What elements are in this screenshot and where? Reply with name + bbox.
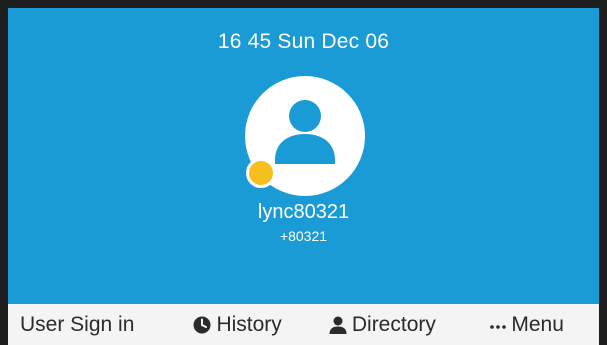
more-dots-icon	[489, 315, 507, 335]
softkey-label: Directory	[351, 312, 436, 336]
clock-icon	[192, 315, 212, 335]
phone-display: 16 45 Sun Dec 06 lync80321 +80321 User S…	[0, 0, 607, 345]
softkey-label: User Sign in	[20, 312, 135, 336]
account-name: lync80321	[257, 201, 350, 223]
softkey-label: Menu	[511, 312, 564, 336]
directory-softkey[interactable]: Directory	[310, 304, 455, 345]
contact-avatar	[245, 76, 369, 200]
person-icon	[328, 315, 348, 335]
date-time: 16 45 Sun Dec 06	[217, 30, 390, 53]
user-sign-in-softkey[interactable]: User Sign in	[8, 304, 165, 345]
softkey-label: History	[216, 312, 282, 336]
history-softkey[interactable]: History	[165, 304, 310, 345]
menu-softkey[interactable]: Menu	[454, 304, 599, 345]
softkey-bar: User Sign in History Directory Menu	[8, 304, 599, 345]
account-number: +80321	[279, 228, 328, 244]
idle-screen: 16 45 Sun Dec 06 lync80321 +80321	[8, 8, 599, 304]
presence-status-indicator	[246, 158, 276, 188]
